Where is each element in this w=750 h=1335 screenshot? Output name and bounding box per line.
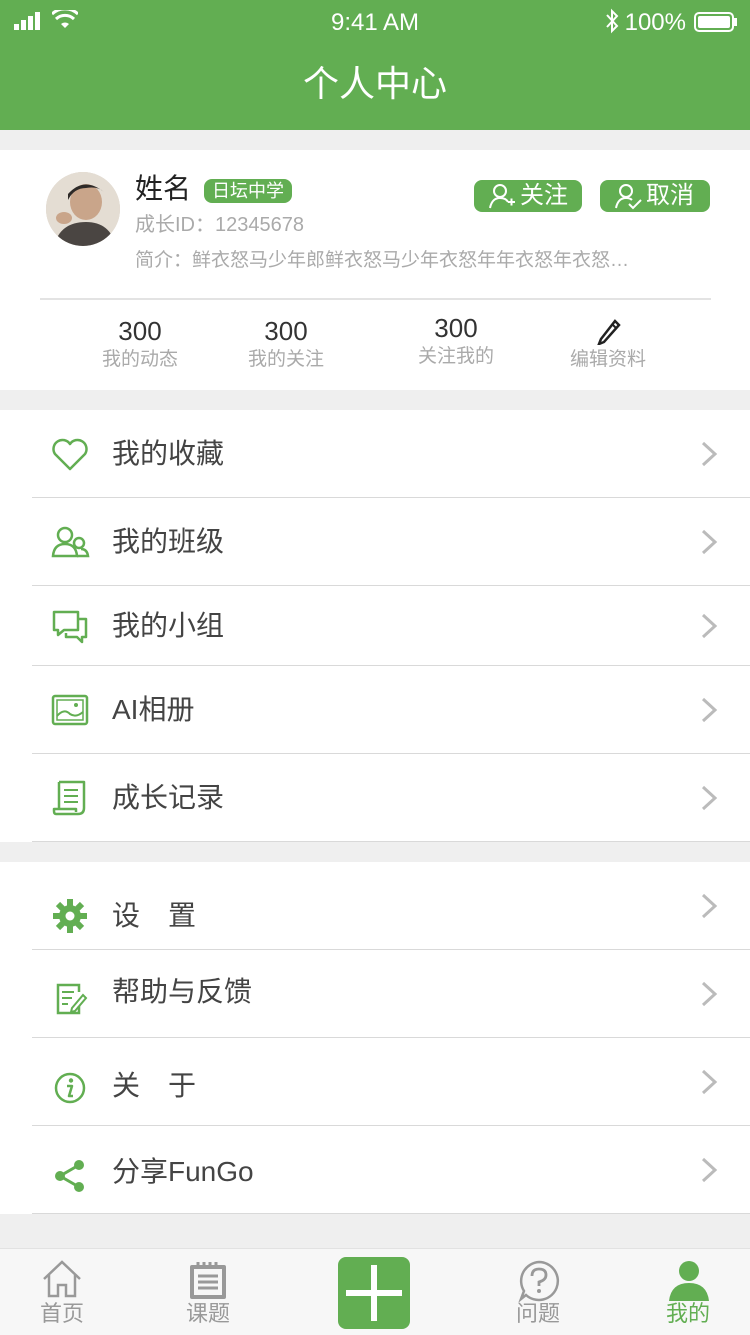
person-icon xyxy=(669,1261,709,1301)
avatar[interactable] xyxy=(46,172,120,246)
scroll-icon xyxy=(52,780,86,816)
stat-my-following[interactable]: 300 我的关注 xyxy=(216,315,356,373)
notebook-icon xyxy=(190,1262,226,1299)
user-name: 姓名 xyxy=(135,173,192,204)
share-icon xyxy=(55,1160,84,1192)
chevron-right-icon xyxy=(701,697,718,723)
tab-label: 我的 xyxy=(665,1301,710,1326)
info-icon xyxy=(54,1072,86,1104)
menu-item-label: 我的班级 xyxy=(112,526,225,557)
tab-label: 首页 xyxy=(39,1301,84,1326)
menu-item-my-group[interactable]: 我的小组 xyxy=(0,586,750,666)
battery-icon xyxy=(694,12,738,37)
menu-item-my-class[interactable]: 我的班级 xyxy=(0,498,750,586)
stat-my-posts[interactable]: 300 我的动态 xyxy=(70,315,210,373)
user-bio: 简介：鲜衣怒马少年郎鲜衣怒马少年衣怒年年衣怒年衣怒马少年郎 xyxy=(135,250,645,271)
follow-label: 关注 xyxy=(520,182,568,209)
home-icon xyxy=(43,1260,81,1298)
tab-topics[interactable]: 课题 xyxy=(158,1249,258,1335)
school-badge: 日坛中学 xyxy=(204,179,292,203)
stat-value: 300 xyxy=(264,316,308,346)
tab-home[interactable]: 首页 xyxy=(12,1249,112,1335)
menu-item-label: AI相册 xyxy=(112,694,195,725)
stat-value: 300 xyxy=(118,316,162,346)
gear-icon xyxy=(53,899,87,933)
menu-item-label: 我的收藏 xyxy=(112,438,225,469)
tab-questions[interactable]: 问题 xyxy=(488,1249,588,1335)
menu-item-favorites[interactable]: 我的收藏 xyxy=(0,410,750,498)
menu-item-about[interactable]: 关 于 xyxy=(0,1038,750,1126)
growth-id: 成长ID：12345678 xyxy=(135,214,304,236)
menu-item-share[interactable]: 分享FunGo xyxy=(0,1126,750,1214)
battery-percent: 100% xyxy=(624,9,686,36)
menu-item-settings[interactable]: 设 置 xyxy=(0,862,750,950)
chevron-right-icon xyxy=(701,613,718,639)
menu-item-growth-record[interactable]: 成长记录 xyxy=(0,754,750,842)
menu-item-label: 帮助与反馈 xyxy=(112,976,253,1007)
tab-mine[interactable]: 我的 xyxy=(638,1249,738,1335)
heart-icon xyxy=(52,438,88,471)
chevron-right-icon xyxy=(701,981,718,1007)
chat-icon xyxy=(52,610,88,644)
chevron-right-icon xyxy=(701,785,718,811)
plus-icon xyxy=(346,1265,402,1321)
tab-bar: 首页 课题 问题 我的 xyxy=(0,1248,750,1335)
tab-label: 课题 xyxy=(185,1301,230,1326)
menu-group-2: 设 置 帮助与反馈 关 于 分享FunGo xyxy=(0,862,750,1214)
photo-icon xyxy=(51,694,89,726)
users-icon xyxy=(51,526,90,558)
cancel-button[interactable]: 取消 xyxy=(600,180,710,212)
menu-item-help-feedback[interactable]: 帮助与反馈 xyxy=(0,950,750,1038)
stat-my-followers[interactable]: 300 关注我的 xyxy=(386,312,526,370)
follow-button[interactable]: 关注 xyxy=(474,180,582,212)
menu-group-1: 我的收藏 我的班级 我的小组 AI相册 成长记录 xyxy=(0,410,750,842)
chevron-right-icon xyxy=(701,1069,718,1095)
stat-label: 我的动态 xyxy=(101,349,178,370)
cancel-label: 取消 xyxy=(646,182,694,209)
stat-value: 300 xyxy=(434,313,478,343)
add-button[interactable] xyxy=(338,1257,410,1329)
menu-item-label: 关 于 xyxy=(112,1070,197,1101)
menu-item-label: 设 置 xyxy=(112,900,197,931)
bluetooth-icon xyxy=(604,8,620,39)
tab-label: 问题 xyxy=(515,1301,560,1326)
pencil-icon xyxy=(596,319,621,347)
page-title: 个人中心 xyxy=(302,63,447,104)
chevron-right-icon xyxy=(701,1157,718,1183)
stat-label: 我的关注 xyxy=(247,349,324,370)
menu-item-label: 成长记录 xyxy=(112,782,225,813)
divider xyxy=(40,298,711,300)
edit-profile-label: 编辑资料 xyxy=(569,349,646,370)
menu-item-ai-album[interactable]: AI相册 xyxy=(0,666,750,754)
stat-label: 关注我的 xyxy=(417,346,494,367)
edit-profile-button[interactable]: 编辑资料 xyxy=(538,315,678,373)
chevron-right-icon xyxy=(701,529,718,555)
feedback-icon xyxy=(56,983,88,1015)
menu-item-label: 分享FunGo xyxy=(112,1156,254,1187)
user-check-icon xyxy=(615,184,642,210)
add-user-icon xyxy=(489,184,515,209)
question-icon xyxy=(518,1260,560,1303)
chevron-right-icon xyxy=(701,441,718,467)
menu-item-label: 我的小组 xyxy=(112,610,225,641)
header-bar: 9:41 AM 100% 个人中心 xyxy=(0,0,750,130)
profile-card: 姓名 日坛中学 成长ID：12345678 简介：鲜衣怒马少年郎鲜衣怒马少年衣怒… xyxy=(0,150,750,390)
chevron-right-icon xyxy=(701,893,718,919)
